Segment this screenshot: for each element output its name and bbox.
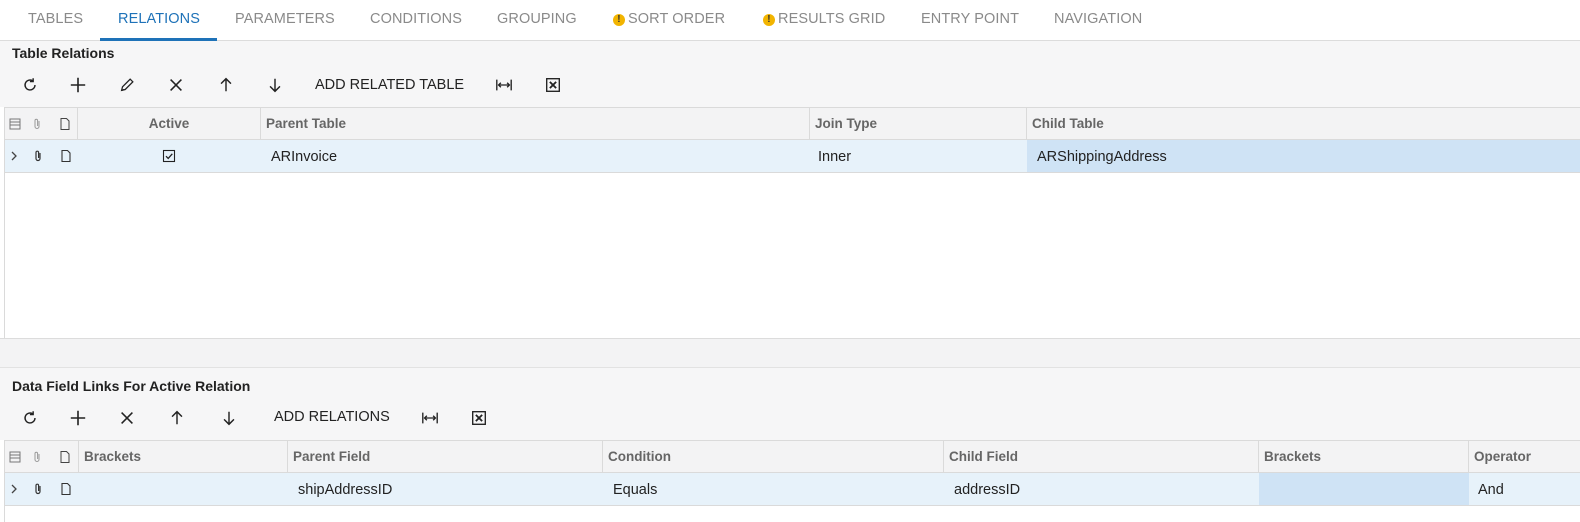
tab-label: TABLES — [28, 11, 84, 27]
tab-parameters[interactable]: PARAMETERS — [227, 0, 343, 41]
parent-field-cell[interactable]: shipAddressID — [288, 473, 603, 505]
add-related-table-button[interactable]: ADD RELATED TABLE — [315, 71, 464, 99]
warning-icon: ! — [763, 14, 775, 26]
note-icon[interactable] — [55, 473, 77, 505]
tab-grouping[interactable]: GROUPING — [489, 0, 585, 41]
panel-splitter[interactable] — [0, 338, 1580, 368]
tab-label: PARAMETERS — [235, 11, 335, 27]
add-icon[interactable] — [63, 71, 93, 99]
condition-cell[interactable]: Equals — [603, 473, 944, 505]
tab-label: GROUPING — [497, 11, 577, 27]
attachment-header-icon — [26, 441, 48, 472]
refresh-icon[interactable] — [15, 404, 45, 432]
tab-conditions[interactable]: CONDITIONS — [362, 0, 470, 41]
table-row[interactable]: shipAddressID Equals addressID And — [5, 473, 1580, 506]
brackets-open-cell[interactable] — [78, 473, 288, 505]
col-parent-table-header[interactable]: Parent Table — [261, 108, 810, 139]
tab-label: NAVIGATION — [1054, 11, 1143, 27]
grid-empty-area — [4, 173, 1580, 338]
note-header-icon — [54, 441, 76, 472]
note-icon[interactable] — [55, 140, 77, 172]
child-table-cell[interactable]: ARShippingAddress — [1027, 140, 1580, 172]
fit-to-screen-icon[interactable] — [489, 71, 519, 99]
fit-to-screen-icon[interactable] — [415, 404, 445, 432]
expand-row-icon[interactable] — [5, 140, 23, 172]
tab-tables[interactable]: TABLES — [20, 0, 91, 41]
child-field-cell[interactable]: addressID — [944, 473, 1259, 505]
col-active-header[interactable]: Active — [77, 108, 261, 139]
tab-sort-order[interactable]: ! SORT ORDER — [605, 0, 733, 41]
move-down-icon[interactable] — [260, 71, 290, 99]
row-selector-header-icon[interactable] — [5, 108, 24, 139]
tab-label: CONDITIONS — [370, 11, 463, 27]
tab-strip: TABLES RELATIONS PARAMETERS CONDITIONS G… — [0, 0, 1580, 41]
data-field-links-header-panel: Data Field Links For Active Relation ADD… — [0, 368, 1580, 440]
tab-relations[interactable]: RELATIONS — [110, 0, 208, 41]
col-brackets-open-header[interactable]: Brackets — [78, 441, 288, 472]
move-down-icon[interactable] — [214, 404, 244, 432]
expand-row-icon[interactable] — [5, 473, 23, 505]
active-checkbox[interactable] — [77, 140, 261, 172]
col-child-table-header[interactable]: Child Table — [1027, 108, 1580, 139]
add-relations-button[interactable]: ADD RELATIONS — [274, 403, 390, 431]
move-up-icon[interactable] — [211, 71, 241, 99]
attachment-icon[interactable] — [27, 473, 49, 505]
grid-header: Brackets Parent Field Condition Child Fi… — [5, 440, 1580, 473]
refresh-icon[interactable] — [15, 71, 45, 99]
col-brackets-close-header[interactable]: Brackets — [1259, 441, 1469, 472]
delete-icon[interactable] — [112, 404, 142, 432]
tab-navigation[interactable]: NAVIGATION — [1046, 0, 1150, 41]
col-parent-field-header[interactable]: Parent Field — [288, 441, 603, 472]
col-child-field-header[interactable]: Child Field — [944, 441, 1259, 472]
table-relations-header-panel: Table Relations ADD RELATED TABLE — [0, 41, 1580, 107]
col-operator-header[interactable]: Operator — [1469, 441, 1580, 472]
tab-label: ENTRY POINT — [921, 11, 1020, 27]
grid-empty-area — [4, 506, 1580, 522]
warning-icon: ! — [613, 14, 625, 26]
operator-cell[interactable]: And — [1469, 473, 1580, 505]
grid-header: Active Parent Table Join Type Child Tabl… — [5, 107, 1580, 140]
export-excel-icon[interactable] — [464, 404, 494, 432]
attachment-header-icon — [26, 108, 48, 139]
export-excel-icon[interactable] — [538, 71, 568, 99]
table-row[interactable]: ARInvoice Inner ARShippingAddress — [5, 140, 1580, 173]
col-condition-header[interactable]: Condition — [603, 441, 944, 472]
table-relations-grid: Active Parent Table Join Type Child Tabl… — [4, 107, 1580, 173]
tab-entry-point[interactable]: ENTRY POINT — [913, 0, 1027, 41]
tab-results-grid[interactable]: ! RESULTS GRID — [755, 0, 893, 41]
edit-icon[interactable] — [112, 71, 142, 99]
delete-icon[interactable] — [161, 71, 191, 99]
data-field-links-grid: Brackets Parent Field Condition Child Fi… — [4, 440, 1580, 506]
note-header-icon — [54, 108, 76, 139]
section-title: Table Relations — [12, 45, 115, 61]
parent-table-cell[interactable]: ARInvoice — [261, 140, 810, 172]
tab-label: RELATIONS — [118, 11, 201, 27]
join-type-cell[interactable]: Inner — [808, 140, 1027, 172]
tab-label: SORT ORDER — [628, 11, 726, 27]
row-selector-header-icon[interactable] — [5, 441, 24, 472]
tab-label: RESULTS GRID — [778, 11, 886, 27]
section-title: Data Field Links For Active Relation — [12, 378, 251, 394]
brackets-close-cell[interactable] — [1259, 473, 1469, 505]
col-join-type-header[interactable]: Join Type — [810, 108, 1027, 139]
add-icon[interactable] — [63, 404, 93, 432]
attachment-icon[interactable] — [27, 140, 49, 172]
move-up-icon[interactable] — [162, 404, 192, 432]
